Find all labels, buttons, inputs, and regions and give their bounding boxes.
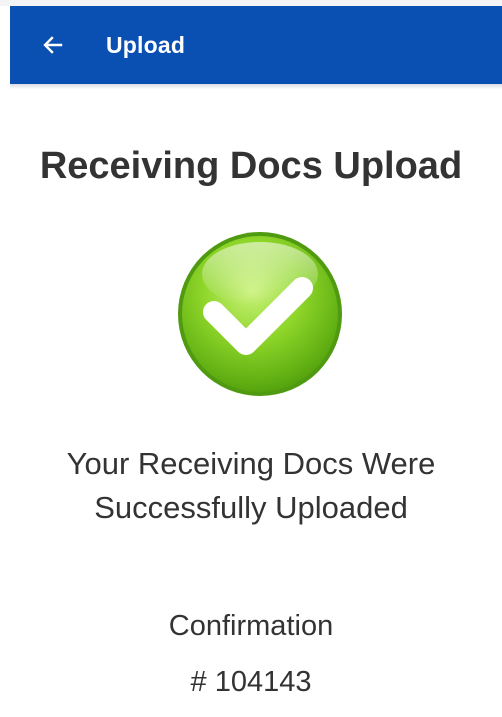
page-title: Receiving Docs Upload — [39, 145, 463, 187]
confirmation-number: # 104143 — [190, 666, 312, 698]
app-bar-shadow — [10, 84, 502, 89]
back-button[interactable] — [38, 30, 68, 60]
app-bar: Upload — [10, 6, 502, 84]
success-message-line-1: Your Receiving Docs Were — [66, 446, 436, 481]
confirmation-label: Confirmation — [168, 610, 334, 642]
success-message-line-2: Successfully Uploaded — [94, 490, 408, 525]
success-message: Your Receiving Docs Were Successfully Up… — [0, 442, 502, 530]
success-checkmark-icon — [176, 230, 344, 398]
app-bar-title: Upload — [106, 31, 186, 58]
arrow-left-icon — [43, 36, 63, 54]
